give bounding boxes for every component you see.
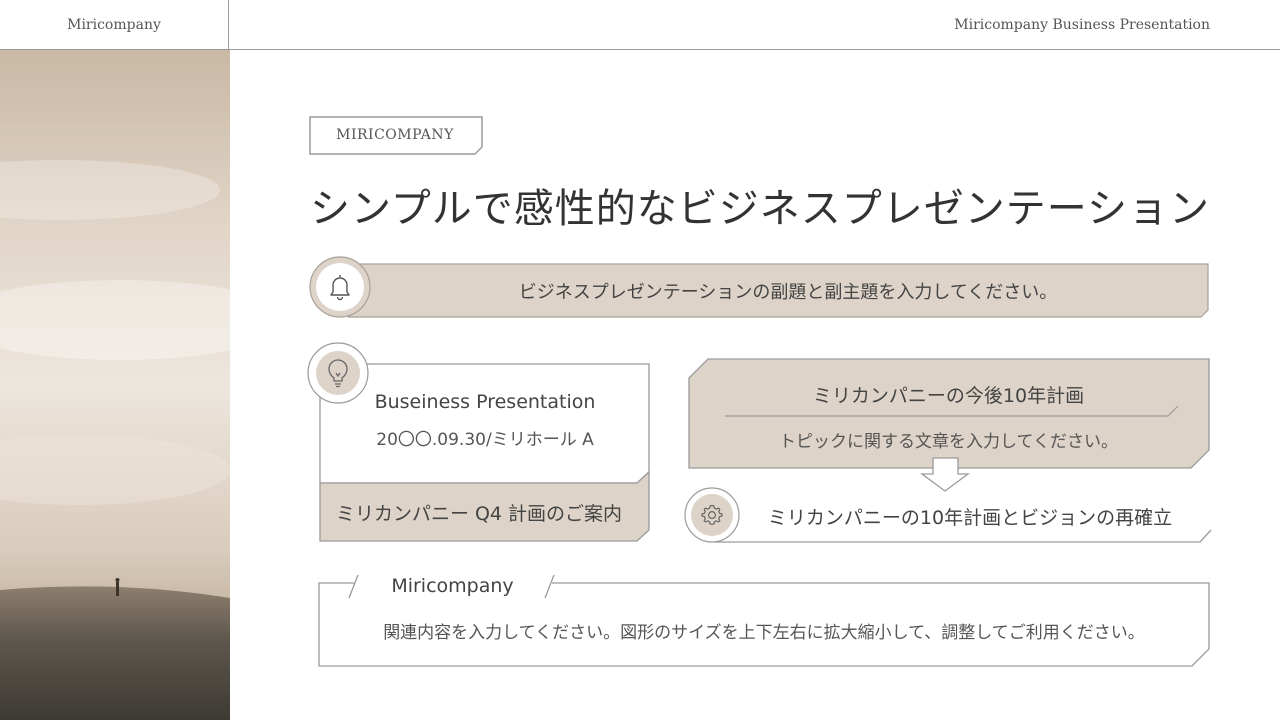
brand-name: Miricompany — [0, 0, 229, 49]
landscape-photo — [0, 50, 230, 720]
page-title: シンプルで感性的なビジネスプレゼンテーション — [310, 186, 1210, 232]
bell-icon — [328, 272, 352, 302]
header-bar: Miricompany Miricompany Business Present… — [0, 0, 1280, 50]
company-tag-label: MIRICOMPANY — [336, 126, 454, 143]
event-date: 20〇〇.09.30/ミリホール A — [376, 429, 594, 450]
vision-bar: ミリカンパニーの10年計画とビジョンの再確立 — [683, 487, 1213, 546]
presentation-title: Miricompany Business Presentation — [954, 16, 1210, 33]
notes-box: Miricompany 関連内容を入力してください。図形のサイズを上下左右に拡大… — [316, 572, 1212, 670]
event-footer: ミリカンパニー Q4 計画のご案内 — [335, 502, 623, 525]
plan-card: ミリカンパニーの今後10年計画 トピックに関する文章を入力してください。 — [688, 358, 1212, 493]
lightbulb-icon — [326, 358, 350, 388]
gear-icon — [700, 503, 724, 527]
notes-label: Miricompany — [391, 575, 514, 597]
event-card: Buseiness Presentation 20〇〇.09.30/ミリホール … — [307, 342, 652, 544]
notes-text: 関連内容を入力してください。図形のサイズを上下左右に拡大縮小して、調整してご利用… — [383, 622, 1145, 643]
vision-text: ミリカンパニーの10年計画とビジョンの再確立 — [767, 506, 1173, 529]
plan-text: トピックに関する文章を入力してください。 — [779, 431, 1118, 452]
plan-title: ミリカンパニーの今後10年計画 — [812, 384, 1085, 407]
event-title: Buseiness Presentation — [374, 391, 596, 413]
arrow-down-icon — [922, 458, 968, 492]
company-tag: MIRICOMPANY — [309, 116, 483, 155]
subtitle-text: ビジネスプレゼンテーションの副題と副主題を入力してください。 — [518, 281, 1058, 303]
subtitle-bar: ビジネスプレゼンテーションの副題と副主題を入力してください。 — [308, 256, 1210, 320]
